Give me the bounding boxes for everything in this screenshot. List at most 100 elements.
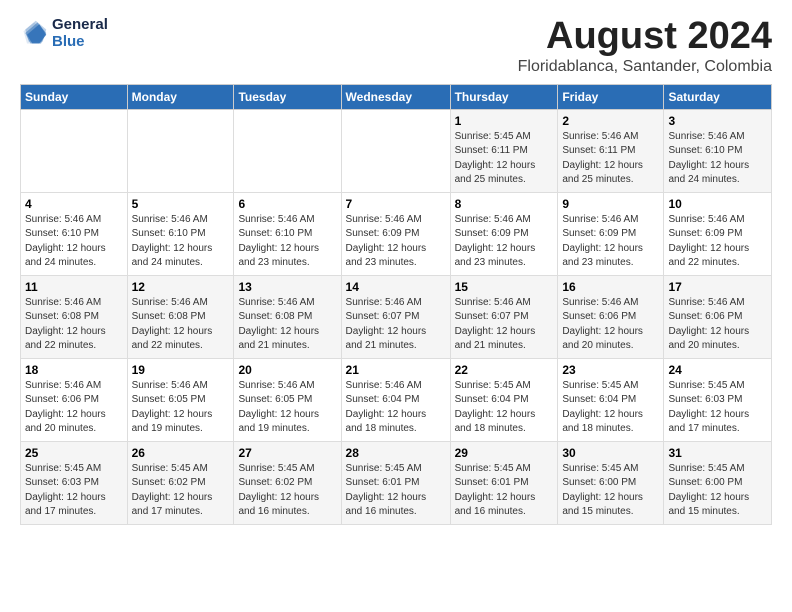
calendar-cell: 22Sunrise: 5:45 AMSunset: 6:04 PMDayligh… (450, 358, 558, 441)
cell-info: Sunset: 6:11 PM (455, 144, 554, 159)
day-number: 8 (455, 197, 554, 211)
calendar-header-row: SundayMondayTuesdayWednesdayThursdayFrid… (21, 84, 772, 109)
cell-info: Sunrise: 5:46 AM (455, 213, 554, 228)
cell-info: Sunset: 6:11 PM (562, 144, 659, 159)
day-number: 24 (668, 363, 767, 377)
day-number: 21 (346, 363, 446, 377)
day-number: 16 (562, 280, 659, 294)
cell-info: and 23 minutes. (238, 256, 336, 271)
cell-info: Sunrise: 5:46 AM (25, 213, 123, 228)
calendar-week-row: 25Sunrise: 5:45 AMSunset: 6:03 PMDayligh… (21, 441, 772, 524)
cell-info: and 22 minutes. (668, 256, 767, 271)
cell-info: Sunset: 6:07 PM (455, 310, 554, 325)
cell-info: Daylight: 12 hours (346, 242, 446, 257)
cell-info: and 17 minutes. (25, 505, 123, 520)
cell-info: Sunset: 6:00 PM (668, 476, 767, 491)
cell-info: Sunrise: 5:46 AM (238, 296, 336, 311)
logo-line2: Blue (52, 33, 108, 50)
cell-info: Sunrise: 5:46 AM (132, 296, 230, 311)
calendar-cell: 11Sunrise: 5:46 AMSunset: 6:08 PMDayligh… (21, 275, 128, 358)
cell-info: and 21 minutes. (346, 339, 446, 354)
calendar-cell: 24Sunrise: 5:45 AMSunset: 6:03 PMDayligh… (664, 358, 772, 441)
day-number: 13 (238, 280, 336, 294)
cell-info: Sunset: 6:09 PM (346, 227, 446, 242)
cell-info: Sunset: 6:04 PM (455, 393, 554, 408)
logo-text-block: General Blue (52, 16, 108, 50)
title-block: August 2024 Floridablanca, Santander, Co… (518, 16, 772, 76)
cell-info: Sunrise: 5:45 AM (132, 462, 230, 477)
cell-info: Sunrise: 5:46 AM (668, 130, 767, 145)
calendar-week-row: 18Sunrise: 5:46 AMSunset: 6:06 PMDayligh… (21, 358, 772, 441)
calendar-cell: 5Sunrise: 5:46 AMSunset: 6:10 PMDaylight… (127, 192, 234, 275)
day-number: 1 (455, 114, 554, 128)
cell-info: Daylight: 12 hours (132, 408, 230, 423)
cell-info: Daylight: 12 hours (562, 491, 659, 506)
cell-info: Sunrise: 5:46 AM (346, 379, 446, 394)
calendar-cell: 20Sunrise: 5:46 AMSunset: 6:05 PMDayligh… (234, 358, 341, 441)
header: General Blue August 2024 Floridablanca, … (20, 16, 772, 76)
cell-info: Sunrise: 5:45 AM (455, 462, 554, 477)
cell-info: Sunset: 6:07 PM (346, 310, 446, 325)
logo: General Blue (20, 16, 108, 50)
day-number: 7 (346, 197, 446, 211)
calendar-cell: 13Sunrise: 5:46 AMSunset: 6:08 PMDayligh… (234, 275, 341, 358)
cell-info: Daylight: 12 hours (668, 408, 767, 423)
cell-info: and 17 minutes. (132, 505, 230, 520)
main-title: August 2024 (518, 16, 772, 58)
cell-info: Daylight: 12 hours (455, 242, 554, 257)
cell-info: Sunrise: 5:46 AM (346, 213, 446, 228)
cell-info: and 23 minutes. (562, 256, 659, 271)
cell-info: and 20 minutes. (562, 339, 659, 354)
calendar-cell: 6Sunrise: 5:46 AMSunset: 6:10 PMDaylight… (234, 192, 341, 275)
calendar-table: SundayMondayTuesdayWednesdayThursdayFrid… (20, 84, 772, 525)
day-header-wednesday: Wednesday (341, 84, 450, 109)
cell-info: Sunset: 6:05 PM (132, 393, 230, 408)
cell-info: Sunrise: 5:45 AM (562, 462, 659, 477)
cell-info: Sunset: 6:02 PM (238, 476, 336, 491)
logo-line1: General (52, 16, 108, 33)
calendar-cell: 7 Sunrise: 5:46 AMSunset: 6:09 PMDaylight… (341, 192, 450, 275)
day-number: 23 (562, 363, 659, 377)
cell-info: Sunrise: 5:46 AM (132, 379, 230, 394)
calendar-cell: 30Sunrise: 5:45 AMSunset: 6:00 PMDayligh… (558, 441, 664, 524)
cell-info: Daylight: 12 hours (132, 491, 230, 506)
day-header-monday: Monday (127, 84, 234, 109)
cell-info: Daylight: 12 hours (25, 325, 123, 340)
cell-info: Sunset: 6:10 PM (25, 227, 123, 242)
cell-info: and 19 minutes. (238, 422, 336, 437)
cell-info: Sunrise: 5:46 AM (132, 213, 230, 228)
cell-info: and 17 minutes. (668, 422, 767, 437)
day-number: 5 (132, 197, 230, 211)
cell-info: Sunset: 6:01 PM (455, 476, 554, 491)
page: General Blue August 2024 Floridablanca, … (0, 0, 792, 535)
cell-info: Daylight: 12 hours (238, 408, 336, 423)
cell-info: Sunset: 6:10 PM (668, 144, 767, 159)
cell-info: Daylight: 12 hours (25, 242, 123, 257)
cell-info: Sunrise: 5:46 AM (455, 296, 554, 311)
calendar-cell: 15Sunrise: 5:46 AMSunset: 6:07 PMDayligh… (450, 275, 558, 358)
calendar-cell: 8Sunrise: 5:46 AMSunset: 6:09 PMDaylight… (450, 192, 558, 275)
cell-info: Daylight: 12 hours (132, 325, 230, 340)
cell-info: Sunrise: 5:46 AM (25, 296, 123, 311)
cell-info: Daylight: 12 hours (346, 325, 446, 340)
cell-info: and 25 minutes. (562, 173, 659, 188)
cell-info: Daylight: 12 hours (562, 242, 659, 257)
cell-info: Daylight: 12 hours (668, 242, 767, 257)
calendar-week-row: 1Sunrise: 5:45 AMSunset: 6:11 PMDaylight… (21, 109, 772, 192)
cell-info: and 15 minutes. (562, 505, 659, 520)
cell-info: Sunset: 6:04 PM (562, 393, 659, 408)
day-number: 4 (25, 197, 123, 211)
cell-info: Daylight: 12 hours (562, 325, 659, 340)
calendar-cell: 12Sunrise: 5:46 AMSunset: 6:08 PMDayligh… (127, 275, 234, 358)
cell-info: and 20 minutes. (668, 339, 767, 354)
calendar-cell: 25Sunrise: 5:45 AMSunset: 6:03 PMDayligh… (21, 441, 128, 524)
calendar-cell: 14Sunrise: 5:46 AMSunset: 6:07 PMDayligh… (341, 275, 450, 358)
cell-info: Sunrise: 5:45 AM (346, 462, 446, 477)
day-header-saturday: Saturday (664, 84, 772, 109)
cell-info: and 21 minutes. (238, 339, 336, 354)
cell-info: Sunrise: 5:45 AM (668, 379, 767, 394)
cell-info: Sunset: 6:09 PM (668, 227, 767, 242)
cell-info: and 16 minutes. (346, 505, 446, 520)
cell-info: and 22 minutes. (132, 339, 230, 354)
cell-info: Sunset: 6:08 PM (25, 310, 123, 325)
